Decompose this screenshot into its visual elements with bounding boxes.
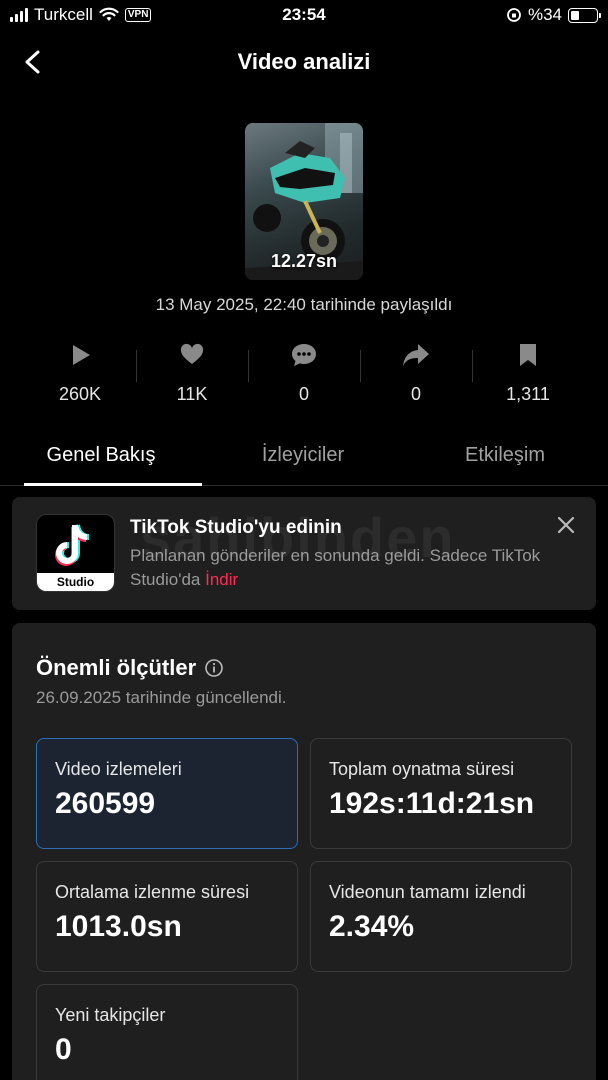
page-title: Video analizi [237,49,371,74]
close-icon[interactable] [556,515,576,535]
stat-value: 0 [298,384,309,404]
key-metrics-panel: Önemli ölçütler 26.09.2025 tarihinde gün… [12,623,596,1080]
tiktok-note-icon [55,524,90,566]
metric-value: 192s:11d:21sn [329,787,535,820]
metric-card-new-followers[interactable]: Yeni takipçiler 0 [36,984,298,1080]
tab-engagement[interactable]: Etkileşim [404,436,606,485]
stat-value: 0 [410,384,421,404]
metric-card-video-views[interactable]: Video izlemeleri 260599 [36,738,298,849]
metric-card-avg-watch-time[interactable]: Ortalama izlenme süresi 1013.0sn [36,861,298,972]
nav-header: Video analizi [0,40,608,84]
metric-label: Yeni takipçiler [55,1005,166,1025]
status-bar: Turkcell VPN 23:54 %34 [0,0,608,30]
metrics-heading: Önemli ölçütler [36,655,224,681]
metric-label: Ortalama izlenme süresi [55,882,250,902]
engagement-stats: 260K 11K 0 0 1,311 [24,340,584,415]
stat-value: 1,311 [506,384,550,404]
stat-comments: 0 [248,340,360,415]
video-duration: 12.27sn [270,251,338,271]
tab-bar: Genel Bakış İzleyiciler Etkileşim [0,436,608,486]
battery-percent: %34 [527,5,562,24]
video-thumbnail[interactable]: 12.27sn [245,123,363,280]
metric-label: Video izlemeleri [55,759,182,779]
stat-value: 11K [176,384,208,404]
heart-icon [180,343,204,364]
comment-icon [292,344,316,366]
info-icon[interactable] [204,658,224,678]
stat-views: 260K [24,340,136,415]
bookmark-icon [520,344,536,366]
play-icon [73,345,90,365]
tab-overview[interactable]: Genel Bakış [0,436,202,486]
share-icon [403,344,429,366]
stat-shares: 0 [360,340,472,415]
updated-date: 26.09.2025 tarihinde güncellendi. [36,688,287,707]
posted-date: 13 May 2025, 22:40 tarihinde paylaşıldı [155,295,453,314]
metrics-title: Önemli ölçütler [36,655,197,680]
download-link[interactable]: İndir [205,570,238,589]
stat-saves: 1,311 [472,340,584,415]
tab-viewers[interactable]: İzleyiciler [202,436,404,485]
metric-label: Videonun tamamı izlendi [329,882,526,902]
metric-card-total-play-time[interactable]: Toplam oynatma süresi 192s:11d:21sn [310,738,572,849]
logo-label: Studio [37,573,114,591]
watermark: sahibinden [140,506,456,569]
stat-value: 260K [58,384,102,404]
orientation-lock-icon [507,8,521,22]
metric-value: 1013.0sn [55,910,182,943]
metric-value: 0 [55,1033,72,1066]
metric-value: 2.34% [329,910,415,943]
metric-value: 260599 [55,787,156,820]
metric-card-full-watch-rate[interactable]: Videonun tamamı izlendi 2.34% [310,861,572,972]
tiktok-studio-logo[interactable]: Studio [36,514,115,592]
stat-likes: 11K [136,340,248,415]
battery-icon [568,7,601,23]
metric-label: Toplam oynatma süresi [329,759,515,779]
